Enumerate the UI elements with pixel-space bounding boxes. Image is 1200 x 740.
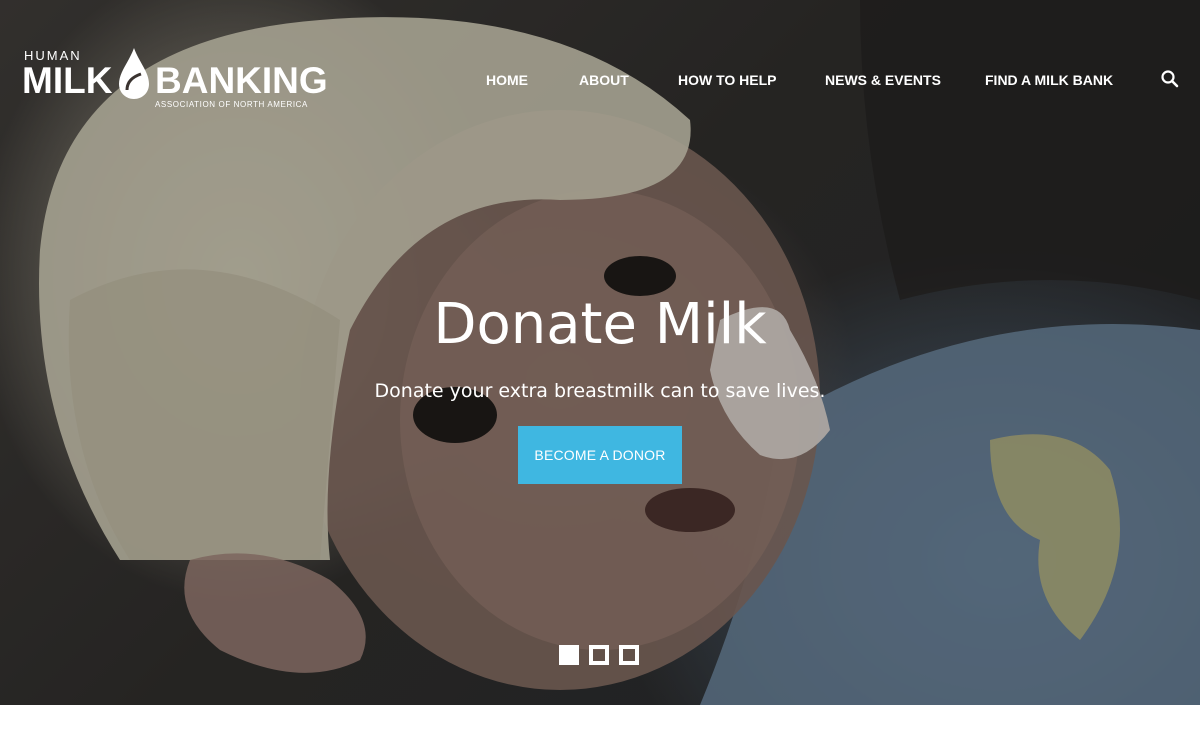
nav-item-find-a-milk-bank[interactable]: FIND A MILK BANK [985, 72, 1113, 88]
milk-drop-icon [119, 48, 149, 99]
nav-item-about[interactable]: ABOUT [579, 72, 629, 88]
site-logo[interactable]: HUMAN MILK BANKING ASSOCIATION OF NORTH … [22, 46, 332, 112]
nav-item-home[interactable]: HOME [486, 72, 528, 88]
search-icon[interactable] [1160, 69, 1180, 89]
slide-dot-1[interactable] [559, 645, 579, 665]
logo-word-milk: MILK [22, 60, 113, 101]
become-a-donor-button[interactable]: BECOME A DONOR [518, 426, 682, 484]
nav-item-how-to-help[interactable]: HOW TO HELP [678, 72, 777, 88]
nav-item-news-events[interactable]: NEWS & EVENTS [825, 72, 941, 88]
hero-subtitle: Donate your extra breastmilk can to save… [374, 380, 826, 402]
logo-tagline: ASSOCIATION OF NORTH AMERICA [155, 100, 308, 109]
slide-dot-3[interactable] [619, 645, 639, 665]
slide-dot-2[interactable] [589, 645, 609, 665]
logo-word-banking: BANKING [155, 60, 328, 101]
hero-title: Donate Milk [433, 292, 767, 357]
